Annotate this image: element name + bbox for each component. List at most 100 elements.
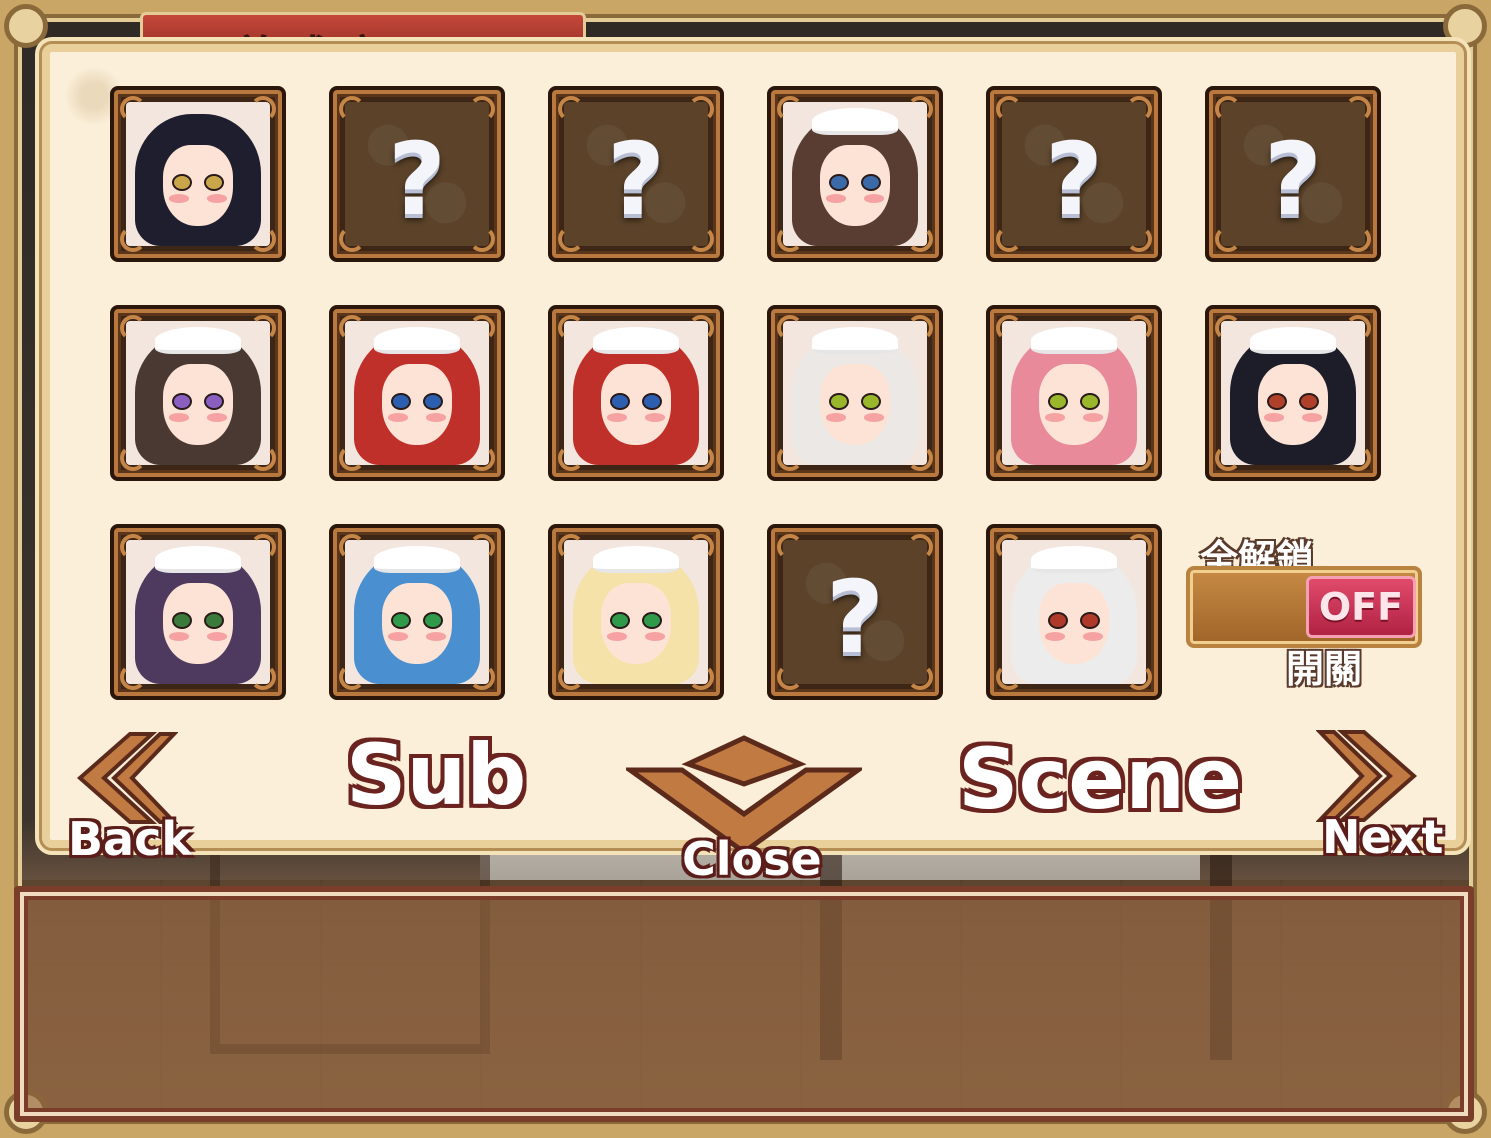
frame-ornament xyxy=(120,96,146,122)
maid-headband xyxy=(154,545,242,573)
eye xyxy=(203,393,224,411)
frame-ornament xyxy=(558,226,584,252)
frame-ornament xyxy=(996,315,1022,341)
frame-ornament xyxy=(777,315,803,341)
character-portrait xyxy=(1002,321,1146,465)
blush xyxy=(169,413,190,422)
gallery-tile-locked[interactable]: ? xyxy=(1205,86,1381,262)
gallery-tile[interactable] xyxy=(110,305,286,481)
gallery-tile-locked[interactable]: ? xyxy=(548,86,724,262)
maid-headband xyxy=(592,326,680,354)
close-button[interactable]: Close xyxy=(682,832,822,886)
gallery-tile[interactable] xyxy=(767,305,943,481)
frame-ornament xyxy=(250,534,276,560)
toggle-sub-label: 開關 xyxy=(1286,647,1363,691)
maid-headband xyxy=(1030,545,1118,573)
frame-ornament xyxy=(777,445,803,471)
gallery-tile[interactable] xyxy=(767,86,943,262)
frame-ornament xyxy=(996,445,1022,471)
frame-ornament xyxy=(688,534,714,560)
frame-ornament xyxy=(558,315,584,341)
unlock-all-toggle[interactable]: OFF xyxy=(1186,566,1422,648)
frame-ornament xyxy=(1345,96,1371,122)
frame-ornament xyxy=(1126,534,1152,560)
gallery-tile-locked[interactable]: ? xyxy=(986,86,1162,262)
eye xyxy=(1079,612,1100,630)
question-mark-icon: ? xyxy=(606,121,665,238)
frame-ornament xyxy=(907,315,933,341)
maid-headband xyxy=(373,545,461,573)
character-portrait xyxy=(345,540,489,684)
gallery-tile-locked[interactable]: ? xyxy=(329,86,505,262)
blush xyxy=(425,632,446,641)
frame-ornament xyxy=(469,664,495,690)
scene-button[interactable]: Scene xyxy=(958,730,1242,828)
frame-ornament xyxy=(907,664,933,690)
blush xyxy=(826,413,847,422)
frame-ornament xyxy=(1215,96,1241,122)
gallery-tile-locked[interactable]: ? xyxy=(767,524,943,700)
gallery-tile[interactable] xyxy=(1205,305,1381,481)
blush xyxy=(644,413,665,422)
eye xyxy=(641,393,662,411)
blush xyxy=(425,413,446,422)
frame-ornament xyxy=(907,534,933,560)
blush xyxy=(206,632,227,641)
gallery-tile[interactable] xyxy=(548,305,724,481)
message-box xyxy=(14,886,1474,1122)
blush xyxy=(1301,413,1322,422)
question-mark-icon: ? xyxy=(825,559,884,676)
sub-button[interactable]: Sub xyxy=(346,726,526,824)
question-mark-icon: ? xyxy=(1263,121,1322,238)
blush xyxy=(863,194,884,203)
frame-ornament xyxy=(996,534,1022,560)
locked-background: ? xyxy=(1002,102,1146,246)
character-portrait xyxy=(564,321,708,465)
frame-ornament xyxy=(1215,226,1241,252)
next-button[interactable]: Next xyxy=(1322,810,1443,864)
frame-ornament xyxy=(250,226,276,252)
toggle-state: OFF xyxy=(1306,576,1416,638)
frame-ornament xyxy=(1126,315,1152,341)
frame-ornament xyxy=(1126,226,1152,252)
gallery-tile[interactable] xyxy=(329,524,505,700)
frame-ornament xyxy=(688,96,714,122)
frame-ornament xyxy=(1215,315,1241,341)
blush xyxy=(388,632,409,641)
frame-ornament xyxy=(120,664,146,690)
frame-ornament xyxy=(339,315,365,341)
character-portrait xyxy=(1221,321,1365,465)
character-portrait xyxy=(345,321,489,465)
frame-ornament xyxy=(469,534,495,560)
gallery-tile[interactable] xyxy=(110,524,286,700)
eye xyxy=(203,612,224,630)
gallery-tile[interactable] xyxy=(110,86,286,262)
character-portrait xyxy=(564,540,708,684)
frame-ornament xyxy=(777,96,803,122)
character-portrait xyxy=(783,102,927,246)
gallery-tile[interactable] xyxy=(329,305,505,481)
blush xyxy=(863,413,884,422)
frame-ornament xyxy=(688,315,714,341)
corner-ornament xyxy=(4,4,48,48)
blush xyxy=(607,632,628,641)
frame-ornament xyxy=(250,96,276,122)
maid-headband xyxy=(592,545,680,573)
gallery-tile[interactable] xyxy=(986,524,1162,700)
eye xyxy=(422,393,443,411)
frame-ornament xyxy=(558,534,584,560)
blush xyxy=(644,632,665,641)
frame-ornament xyxy=(996,226,1022,252)
locked-background: ? xyxy=(564,102,708,246)
blush xyxy=(607,413,628,422)
back-button[interactable]: Back xyxy=(68,812,192,866)
frame-ornament xyxy=(250,315,276,341)
frame-ornament xyxy=(339,664,365,690)
blush xyxy=(1082,632,1103,641)
maid-headband xyxy=(373,326,461,354)
eye xyxy=(641,612,662,630)
eye xyxy=(1079,393,1100,411)
character-portrait xyxy=(1002,540,1146,684)
gallery-tile[interactable] xyxy=(548,524,724,700)
gallery-tile[interactable] xyxy=(986,305,1162,481)
